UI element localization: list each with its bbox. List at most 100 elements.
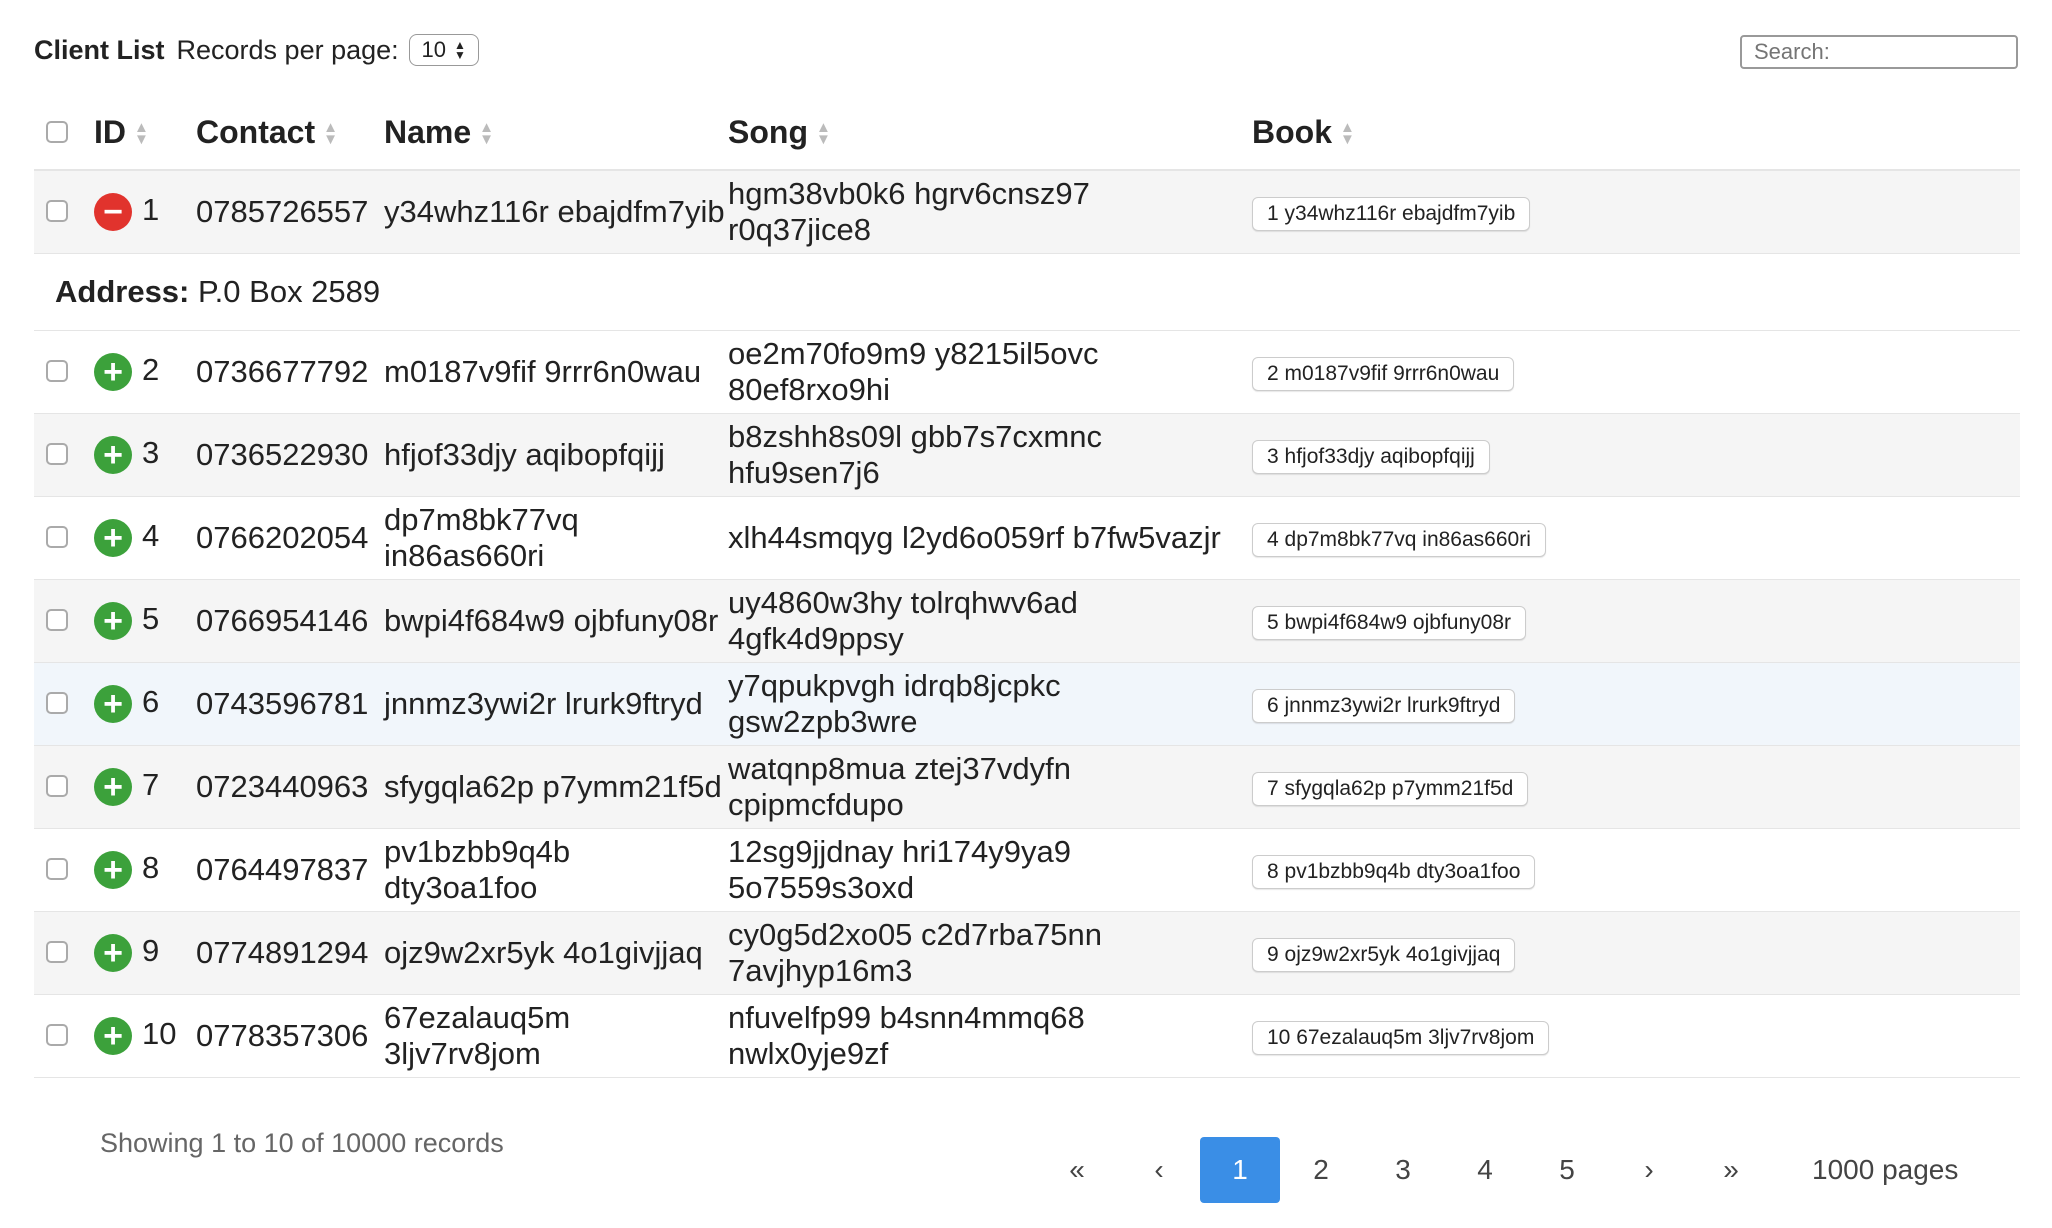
plus-circle-icon[interactable]: + xyxy=(94,601,132,640)
row-contact: 0766202054 xyxy=(196,519,369,555)
row-song: hgm38vb0k6 hgrv6cnsz97 r0q37jice8 xyxy=(728,175,1090,247)
table-row[interactable]: +6 0743596781 jnnmz3ywi2r lrurk9ftryd y7qpu… xyxy=(34,662,2020,745)
plus-circle-icon[interactable]: + xyxy=(94,352,132,391)
row-checkbox[interactable] xyxy=(46,199,68,222)
book-badge: 10 67ezalauq5m 3ljv7rv8jom xyxy=(1252,1021,1550,1055)
plus-circle-icon[interactable]: + xyxy=(94,767,132,806)
book-badge: 7 sfygqla62p p7ymm21f5d xyxy=(1252,772,1529,806)
row-contact: 0785726557 xyxy=(196,193,369,229)
plus-circle-icon[interactable]: + xyxy=(94,435,132,474)
row-id: 4 xyxy=(142,518,160,554)
prev-page-button[interactable]: ‹ xyxy=(1118,1137,1200,1203)
row-song: xlh44smqyg l2yd6o059rf b7fw5vazjr xyxy=(728,519,1221,555)
records-per-page-value: 10 xyxy=(421,37,446,62)
records-per-page-label: Records per page: xyxy=(176,34,399,65)
next-page-button[interactable]: › xyxy=(1608,1137,1690,1203)
row-id: 5 xyxy=(142,601,160,637)
row-song: y7qpukpvgh idrqb8jcpkc gsw2zpb3wre xyxy=(728,667,1061,739)
page-button-5[interactable]: 5 xyxy=(1526,1137,1608,1203)
row-id: 9 xyxy=(142,933,160,969)
table-row[interactable]: +8 0764497837 pv1bzbb9q4b dty3oa1foo 12sg9j… xyxy=(34,828,2020,911)
client-list-app: Client List Records per page: 10 ▲▼ ID▲▼… xyxy=(0,0,2052,1228)
row-contact: 0736677792 xyxy=(196,353,369,389)
table-row[interactable]: +9 0774891294 ojz9w2xr5yk 4o1givjjaq cy0g5d… xyxy=(34,911,2020,994)
table-row[interactable]: +10 0778357306 67ezalauq5m 3ljv7rv8jom nfuv… xyxy=(34,994,2020,1077)
row-name: bwpi4f684w9 ojbfuny08r xyxy=(384,602,719,638)
last-page-button[interactable]: » xyxy=(1690,1137,1772,1203)
column-header-name[interactable]: Name ▲ ▼ xyxy=(384,95,728,171)
plus-circle-icon[interactable]: + xyxy=(94,933,132,972)
select-arrows-icon: ▲ ▼ xyxy=(453,38,466,62)
table-header-bar: Client List Records per page: 10 ▲ ▼ xyxy=(34,30,479,70)
row-song: b8zshh8s09l gbb7s7cxmnc hfu9sen7j6 xyxy=(728,418,1102,490)
table-row[interactable]: +4 0766202054 dp7m8bk77vq in86as660ri xlh44… xyxy=(34,496,2020,579)
row-checkbox[interactable] xyxy=(46,857,68,880)
row-name: 67ezalauq5m 3ljv7rv8jom xyxy=(384,999,571,1071)
table-header-row: ID ▲ ▼ Contact ▲ ▼ Name ▲ ▼ Song ▲ ▼ Book ▲ ▼ xyxy=(34,95,2020,171)
row-checkbox[interactable] xyxy=(46,442,68,465)
plus-circle-icon[interactable]: + xyxy=(94,850,132,889)
row-checkbox[interactable] xyxy=(46,940,68,963)
row-id: 7 xyxy=(142,767,160,803)
row-id: 2 xyxy=(142,352,160,388)
sort-icon[interactable]: ▲ ▼ xyxy=(323,120,338,147)
records-per-page-select[interactable]: 10 ▲ ▼ xyxy=(408,34,479,66)
page-button-4[interactable]: 4 xyxy=(1444,1137,1526,1203)
column-header-contact[interactable]: Contact ▲ ▼ xyxy=(196,95,384,171)
row-name: hfjof33djy aqibopfqijj xyxy=(384,436,665,472)
row-song: 12sg9jjdnay hri174y9ya9 5o7559s3oxd xyxy=(728,833,1071,905)
page-button-2[interactable]: 2 xyxy=(1280,1137,1362,1203)
first-page-button[interactable]: « xyxy=(1036,1137,1118,1203)
row-id: 3 xyxy=(142,435,160,471)
page-title: Client List xyxy=(34,34,165,65)
row-checkbox[interactable] xyxy=(46,1023,68,1046)
address-label: Address: xyxy=(55,273,190,309)
table-row[interactable]: +7 0723440963 sfygqla62p p7ymm21f5d watqnp8… xyxy=(34,745,2020,828)
search-input[interactable] xyxy=(1740,35,2018,69)
table-body: −1 0785726557 y34whz116r ebajdfm7yib hgm38v… xyxy=(34,170,2020,1077)
row-song: watqnp8mua ztej37vdyfn cpipmcfdupo xyxy=(728,750,1071,822)
select-all-checkbox[interactable] xyxy=(46,120,68,143)
sort-icon[interactable]: ▲ ▼ xyxy=(134,120,149,147)
sort-icon[interactable]: ▲ ▼ xyxy=(479,120,494,147)
plus-circle-icon[interactable]: + xyxy=(94,518,132,557)
row-checkbox[interactable] xyxy=(46,608,68,631)
row-name: ojz9w2xr5yk 4o1givjjaq xyxy=(384,934,703,970)
row-contact: 0774891294 xyxy=(196,934,369,970)
row-contact: 0723440963 xyxy=(196,768,369,804)
table-row[interactable]: +3 0736522930 hfjof33djy aqibopfqijj b8zshh… xyxy=(34,413,2020,496)
row-contact: 0766954146 xyxy=(196,602,369,638)
page-button-1[interactable]: 1 xyxy=(1200,1137,1280,1203)
plus-circle-icon[interactable]: + xyxy=(94,1016,132,1055)
records-info: Showing 1 to 10 of 10000 records xyxy=(100,1128,504,1158)
book-badge: 3 hfjof33djy aqibopfqijj xyxy=(1252,440,1490,474)
column-header-song[interactable]: Song ▲ ▼ xyxy=(728,95,1240,171)
row-name: sfygqla62p p7ymm21f5d xyxy=(384,768,722,804)
book-badge: 9 ojz9w2xr5yk 4o1givjjaq xyxy=(1252,938,1516,972)
row-name: dp7m8bk77vq in86as660ri xyxy=(384,501,579,573)
row-name: pv1bzbb9q4b dty3oa1foo xyxy=(384,833,571,905)
column-header-book[interactable]: Book ▲ ▼ xyxy=(1240,95,2020,171)
row-contact: 0764497837 xyxy=(196,851,369,887)
plus-circle-icon[interactable]: + xyxy=(94,684,132,723)
address-value: P.0 Box 2589 xyxy=(198,273,381,309)
sort-icon[interactable]: ▲ ▼ xyxy=(816,120,831,147)
table-row[interactable]: −1 0785726557 y34whz116r ebajdfm7yib hgm38v… xyxy=(34,170,2020,253)
row-song: nfuvelfp99 b4snn4mmq68 nwlx0yje9zf xyxy=(728,999,1085,1071)
row-contact: 0743596781 xyxy=(196,685,369,721)
total-pages: 1000 pages xyxy=(1812,1154,1959,1185)
column-header-id[interactable]: ID ▲ ▼ xyxy=(94,95,196,171)
minus-circle-icon[interactable]: − xyxy=(94,193,132,232)
book-badge: 4 dp7m8bk77vq in86as660ri xyxy=(1252,523,1546,557)
pagination: « ‹ 1 2 3 4 5 › » 1000 pages xyxy=(1036,1137,1958,1203)
row-checkbox[interactable] xyxy=(46,774,68,797)
row-checkbox[interactable] xyxy=(46,525,68,548)
row-checkbox[interactable] xyxy=(46,359,68,382)
row-checkbox[interactable] xyxy=(46,691,68,714)
detail-row: Address: P.0 Box 2589 xyxy=(34,253,2020,330)
sort-icon[interactable]: ▲ ▼ xyxy=(1340,120,1355,147)
book-badge: 6 jnnmz3ywi2r lrurk9ftryd xyxy=(1252,689,1516,723)
page-button-3[interactable]: 3 xyxy=(1362,1137,1444,1203)
table-row[interactable]: +2 0736677792 m0187v9fif 9rrr6n0wau oe2m70f… xyxy=(34,330,2020,413)
table-row[interactable]: +5 0766954146 bwpi4f684w9 ojbfuny08r uy4860… xyxy=(34,579,2020,662)
